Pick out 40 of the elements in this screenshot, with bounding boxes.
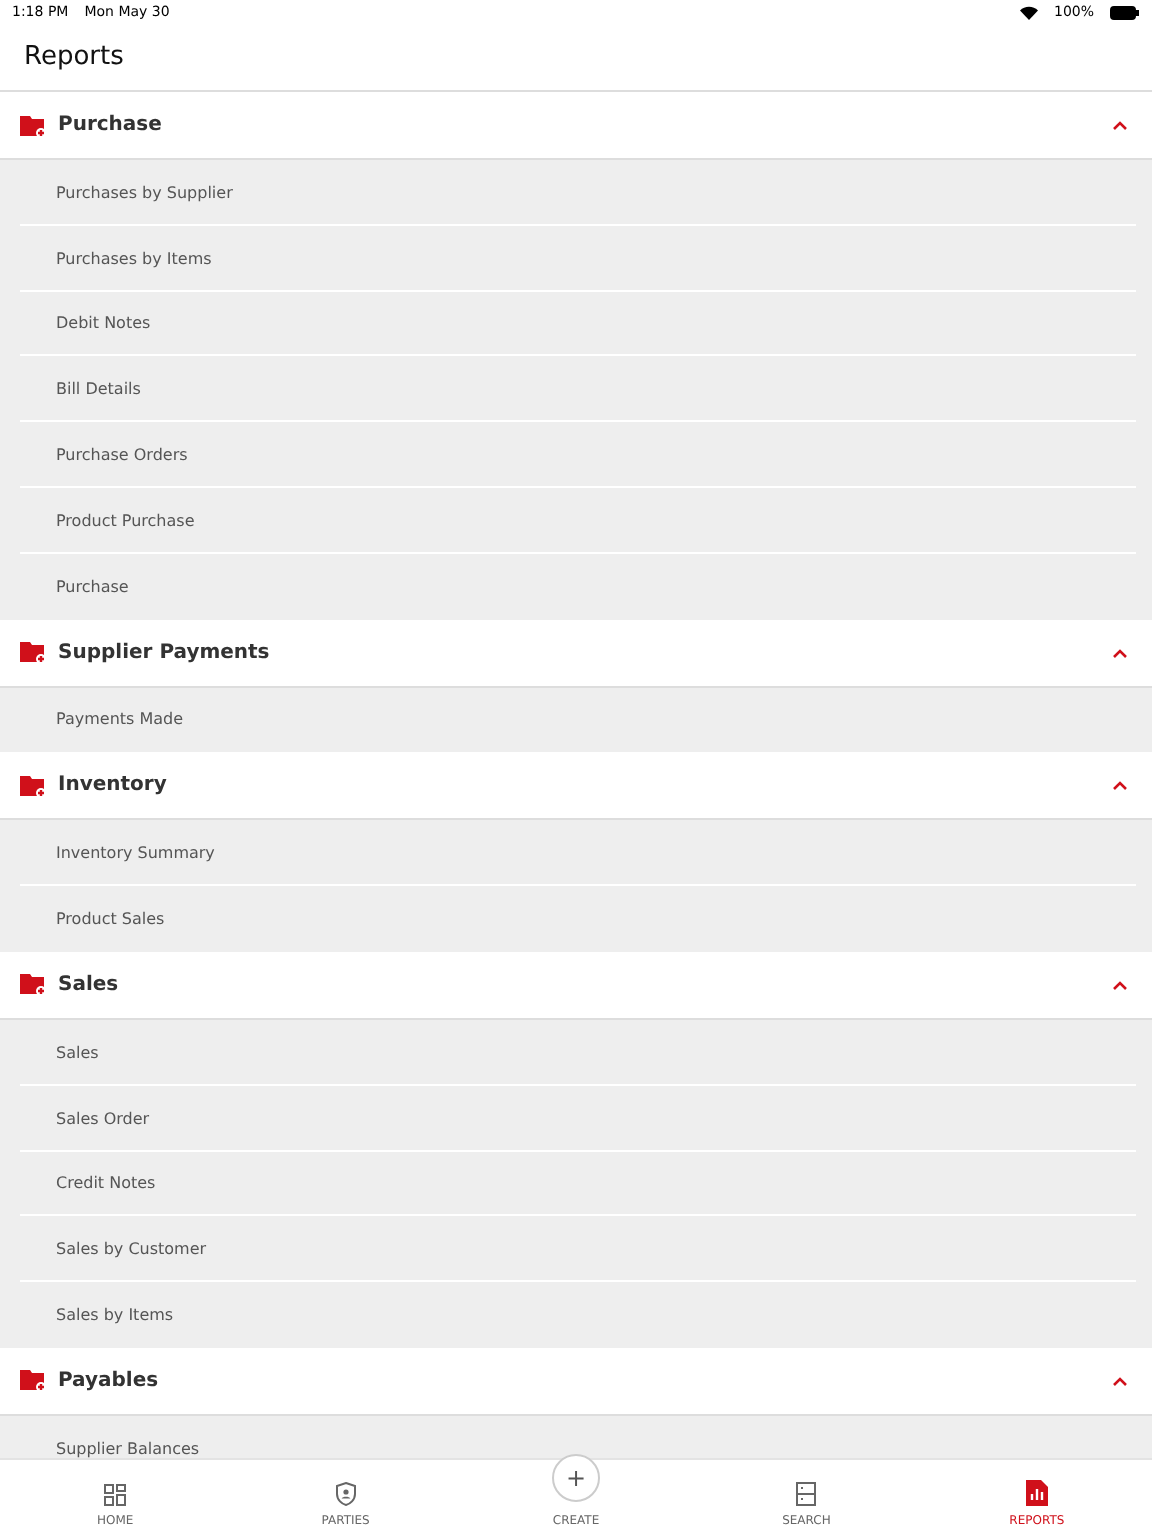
report-item[interactable]: Product Sales bbox=[0, 886, 1152, 952]
folder-icon bbox=[20, 773, 46, 798]
section-title: Sales bbox=[58, 973, 121, 996]
report-item[interactable]: Bill Details bbox=[0, 356, 1152, 423]
report-item[interactable]: Sales bbox=[0, 1019, 1152, 1086]
folder-icon bbox=[20, 1368, 46, 1393]
caret-up-icon[interactable] bbox=[1112, 780, 1128, 791]
report-item[interactable]: Sales Order bbox=[0, 1085, 1152, 1152]
caret-up-icon[interactable] bbox=[1112, 979, 1128, 990]
report-item[interactable]: Purchase Orders bbox=[0, 422, 1152, 488]
section-title: Inventory bbox=[58, 774, 169, 797]
folder-icon bbox=[20, 640, 46, 665]
folder-icon bbox=[20, 972, 46, 997]
section-header[interactable]: Supplier Payments bbox=[0, 619, 1152, 688]
report-item[interactable]: Purchases by Items bbox=[0, 225, 1152, 292]
report-chart-icon bbox=[1025, 1480, 1048, 1506]
section-title: Purchase bbox=[58, 114, 164, 136]
cabinet-icon bbox=[796, 1482, 817, 1506]
caret-up-icon[interactable] bbox=[1112, 120, 1128, 130]
section-title: Payables bbox=[58, 1369, 161, 1392]
shield-person-icon bbox=[335, 1482, 356, 1506]
grid-icon bbox=[104, 1484, 127, 1506]
report-item[interactable]: Inventory Summary bbox=[0, 820, 1152, 887]
report-item[interactable]: Purchase bbox=[0, 553, 1152, 620]
caret-up-icon[interactable] bbox=[1112, 1375, 1128, 1386]
report-item[interactable]: Payments Made bbox=[0, 687, 1152, 753]
folder-icon bbox=[20, 113, 46, 137]
report-item[interactable]: Purchases by Supplier bbox=[0, 160, 1152, 226]
wifi-icon bbox=[1019, 5, 1038, 19]
battery-icon bbox=[1110, 5, 1140, 19]
caret-up-icon[interactable] bbox=[1112, 647, 1128, 658]
report-item[interactable]: Product Purchase bbox=[0, 487, 1152, 554]
create-plus[interactable]: + bbox=[552, 1454, 600, 1502]
report-item[interactable]: Sales by Items bbox=[0, 1282, 1152, 1348]
section-title: Supplier Payments bbox=[58, 641, 272, 664]
report-item[interactable]: Sales by Customer bbox=[0, 1216, 1152, 1283]
page-title: Reports bbox=[24, 42, 124, 72]
report-item[interactable]: Debit Notes bbox=[0, 291, 1152, 357]
report-item[interactable]: Credit Notes bbox=[0, 1151, 1152, 1217]
report-item[interactable]: Supplier Balances bbox=[0, 1415, 1152, 1458]
